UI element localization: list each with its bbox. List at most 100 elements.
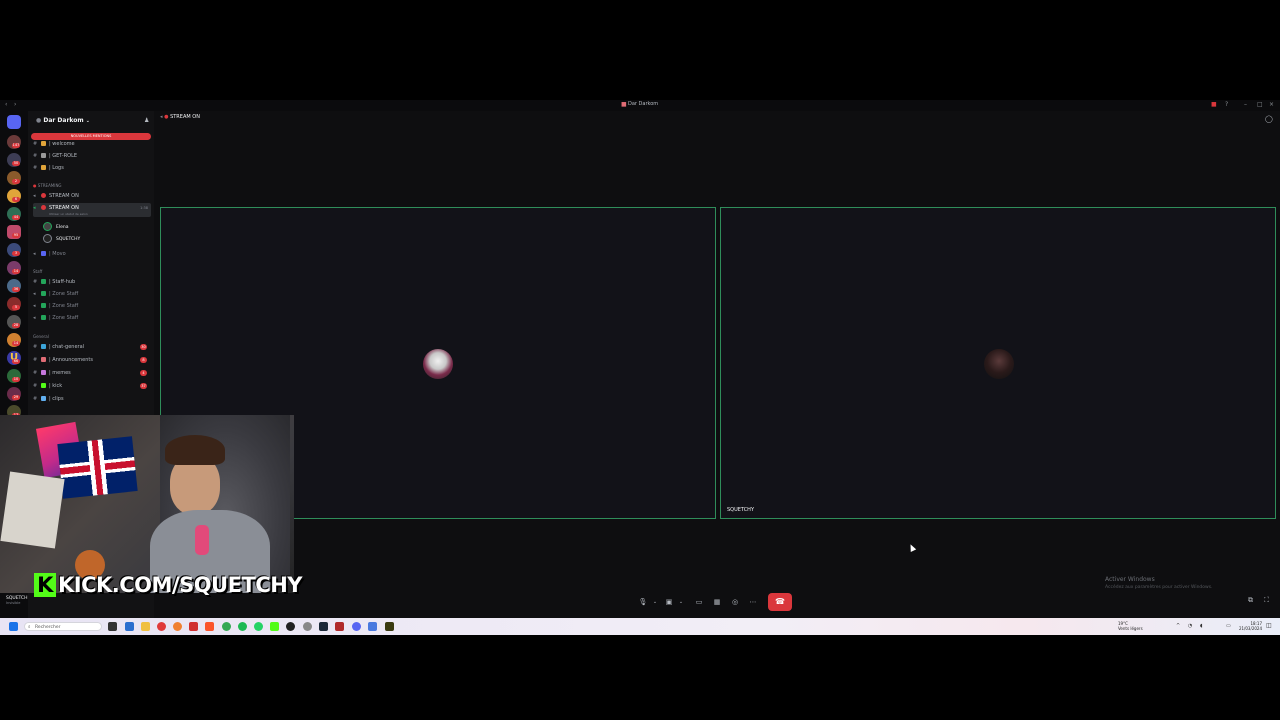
chevron-down-icon[interactable]: ⌄ [675,596,687,608]
app-icon[interactable] [157,622,166,631]
search-icon: ⌕ [28,625,31,630]
channel-label: | Announcements [49,357,93,363]
windows-start-icon[interactable] [9,622,18,631]
microphone-icon[interactable]: 🎙 [637,596,649,608]
union-jack-flag [57,436,138,499]
camera-off-icon[interactable]: ▣ [663,596,675,608]
spotify-icon[interactable] [238,622,247,631]
volume-icon[interactable]: ◖ [1200,623,1203,629]
chevron-down-icon[interactable]: ⌄ [649,596,661,608]
hash-icon: # [33,383,38,389]
network-icon[interactable]: ◔ [1188,623,1192,629]
voice-member[interactable]: Elena [43,222,68,232]
unread-badge: 8 [140,357,147,363]
kick-url-text: KICK.COM/SQUETCHY [58,573,302,597]
fullscreen-icon[interactable]: ⛶ [1264,596,1269,605]
channel-zone-staff[interactable]: ◂ | Zone Staff [33,301,151,311]
category-general[interactable]: General [33,334,49,339]
disconnect-button[interactable]: ☎ [768,593,792,611]
forward-icon[interactable]: › [14,102,20,108]
brave-icon[interactable] [205,622,214,631]
steam-icon[interactable] [319,622,328,631]
user-count: 1:38 [140,206,148,210]
channel-label: | chat-general [49,344,85,350]
channel-memes[interactable]: # | memes 4 [33,368,151,378]
chrome-icon[interactable] [222,622,231,631]
category-label: General [33,334,49,339]
taskbar-search-input[interactable]: ⌕ Rechercher [24,622,102,631]
invite-icon[interactable]: ♟ [144,117,149,124]
app-icon[interactable] [125,622,134,631]
channel-zone-staff[interactable]: ◂ | Zone Staff [33,289,151,299]
clock-date: 21/03/2024 [1238,626,1262,631]
hash-icon: # [33,279,38,285]
server-name-button[interactable]: ● Dar Darkom ⌄ [36,117,90,124]
back-icon[interactable]: ‹ [5,102,11,108]
help-icon[interactable]: ? [1225,102,1231,108]
opera-icon[interactable] [189,622,198,631]
screen-share-icon[interactable]: ▭ [693,596,705,608]
mention-badge: 95 [12,233,20,238]
obs-icon[interactable] [286,622,295,631]
channel-label: | Zone Staff [49,291,79,297]
voice-member[interactable]: SQUETCHY [43,234,80,244]
maximize-icon[interactable]: □ [1257,102,1263,108]
avatar [43,222,52,231]
channel-staff-hub[interactable]: # | Staff-hub [33,277,151,287]
mention-badge: 29 [12,395,20,400]
channel-kick[interactable]: # | kick 37 [33,381,151,391]
activity-icon[interactable]: ▦ [711,596,723,608]
channel-status[interactable]: Utiliser un statut de salon [49,209,88,219]
channel-emoji-icon [41,396,46,401]
voice-channel-afk[interactable]: ◂ | Movo [33,249,151,259]
category-staff[interactable]: Staff [33,269,42,274]
inbox-icon[interactable]: ■ [1211,102,1217,108]
firefox-icon[interactable] [173,622,182,631]
channel-label: | Zone Staff [49,303,79,309]
voice-channel-stream-on-active[interactable]: ◂ STREAM ON 1:38 Utiliser un statut de sa… [33,203,151,217]
kick-app-icon[interactable] [270,622,279,631]
file-explorer-icon[interactable] [141,622,150,631]
channel-title: STREAM ON [170,114,200,120]
discord-home-icon[interactable] [7,115,21,129]
app-icon[interactable] [385,622,394,631]
channel-chat-general[interactable]: # | chat-general 30 [33,342,151,352]
speaker-icon: ◂ [160,114,163,120]
chat-icon[interactable]: ◯ [1265,115,1273,123]
live-icon [41,193,46,198]
category-label: Staff [33,269,43,274]
notification-icon[interactable]: ◫ [1266,622,1272,629]
participant-tile[interactable]: SQUETCHY [720,207,1276,519]
more-icon[interactable]: ⋯ [747,596,759,608]
close-icon[interactable]: × [1269,102,1275,108]
soundboard-icon[interactable]: ◎ [729,596,741,608]
mention-badge: 147 [12,143,20,148]
channel-clips[interactable]: # | clips [33,394,151,404]
tray-overflow-icon[interactable]: ^ [1176,623,1180,629]
user-panel[interactable]: SQUETCH Invisible [6,596,28,605]
taskbar-clock[interactable]: 18:17 21/03/2024 [1236,621,1262,631]
app-icon[interactable] [368,622,377,631]
task-view-icon[interactable] [108,622,117,631]
windows-taskbar: ⌕ Rechercher 19°C Vents légers ^ ◔ ◖ ▭ 1… [0,618,1280,635]
speaker-icon: ◂ [33,251,36,257]
channel-get-role[interactable]: # | GET-ROLE [33,151,151,161]
settings-icon[interactable] [303,622,312,631]
weather-widget[interactable]: 19°C Vents légers [1118,621,1143,631]
minimize-icon[interactable]: – [1244,102,1250,108]
channel-welcome[interactable]: # | welcome [33,139,151,149]
battery-icon[interactable]: ▭ [1226,623,1231,629]
hash-icon: # [33,357,38,363]
app-icon[interactable] [335,622,344,631]
pop-out-icon[interactable]: ⧉ [1248,596,1253,605]
voice-channel-stream-on[interactable]: ◂ STREAM ON [33,191,151,201]
channel-logs[interactable]: # | Logs [33,163,151,173]
streamer-hair [165,435,225,465]
channel-zone-staff[interactable]: ◂ | Zone Staff [33,313,151,323]
discord-taskbar-icon[interactable] [352,622,361,631]
channel-label: | Logs [49,165,64,171]
channel-announcements[interactable]: # | Announcements 8 [33,355,151,365]
shield-icon [41,303,46,308]
whatsapp-icon[interactable] [254,622,263,631]
category-streaming[interactable]: ● STREAMING [33,183,62,188]
